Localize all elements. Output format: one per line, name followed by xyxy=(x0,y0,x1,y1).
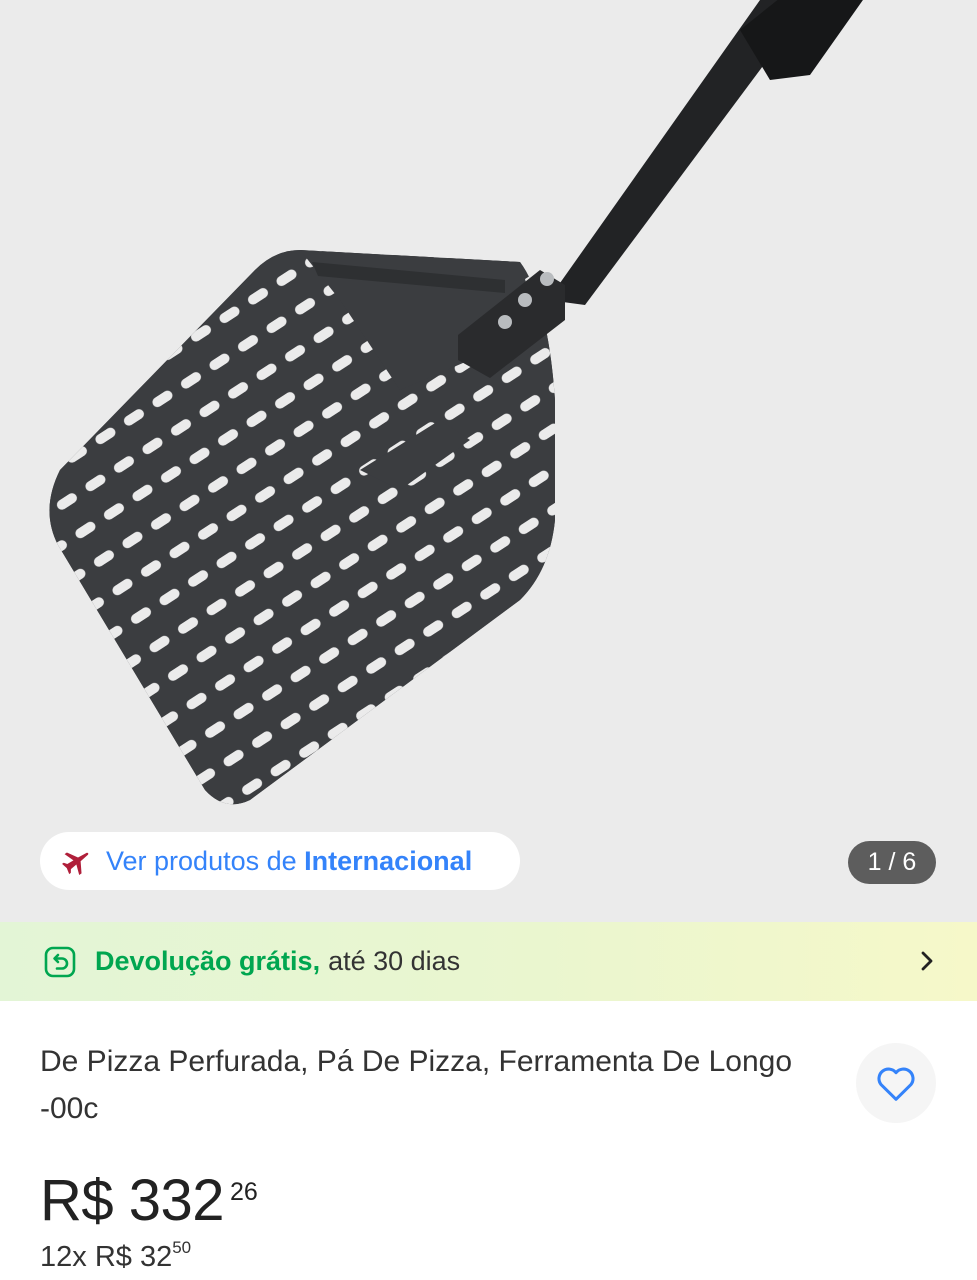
heart-icon xyxy=(877,1067,915,1101)
image-counter: 1 / 6 xyxy=(848,841,936,884)
installments-info: 12x R$ 3250 xyxy=(40,1238,191,1274)
installments-amount: 12x R$ 32 xyxy=(40,1241,173,1273)
chevron-right-icon xyxy=(921,951,933,971)
free-return-period: até 30 dias xyxy=(328,946,461,976)
product-title: De Pizza Perfurada, Pá De Pizza, Ferrame… xyxy=(40,1045,793,1125)
installments-cents: 50 xyxy=(172,1238,192,1257)
product-image[interactable] xyxy=(0,0,977,922)
product-image-gallery[interactable]: Ver produtos de Internacional 1 / 6 xyxy=(0,0,977,922)
return-icon xyxy=(44,946,76,977)
price-cents: 26 xyxy=(230,1178,258,1206)
price-amount: R$ 332 xyxy=(40,1168,225,1233)
seller-link[interactable]: Ver produtos de Internacional xyxy=(40,832,520,890)
free-return-label: Devolução grátis, xyxy=(95,946,321,976)
airplane-icon xyxy=(60,844,94,878)
product-price: R$ 332 26 xyxy=(40,1168,258,1234)
seller-link-prefix: Ver produtos de xyxy=(106,845,297,876)
free-return-banner[interactable]: Devolução grátis, até 30 dias xyxy=(0,922,977,1001)
favorite-button[interactable] xyxy=(856,1043,936,1123)
seller-link-store: Internacional xyxy=(304,845,473,876)
